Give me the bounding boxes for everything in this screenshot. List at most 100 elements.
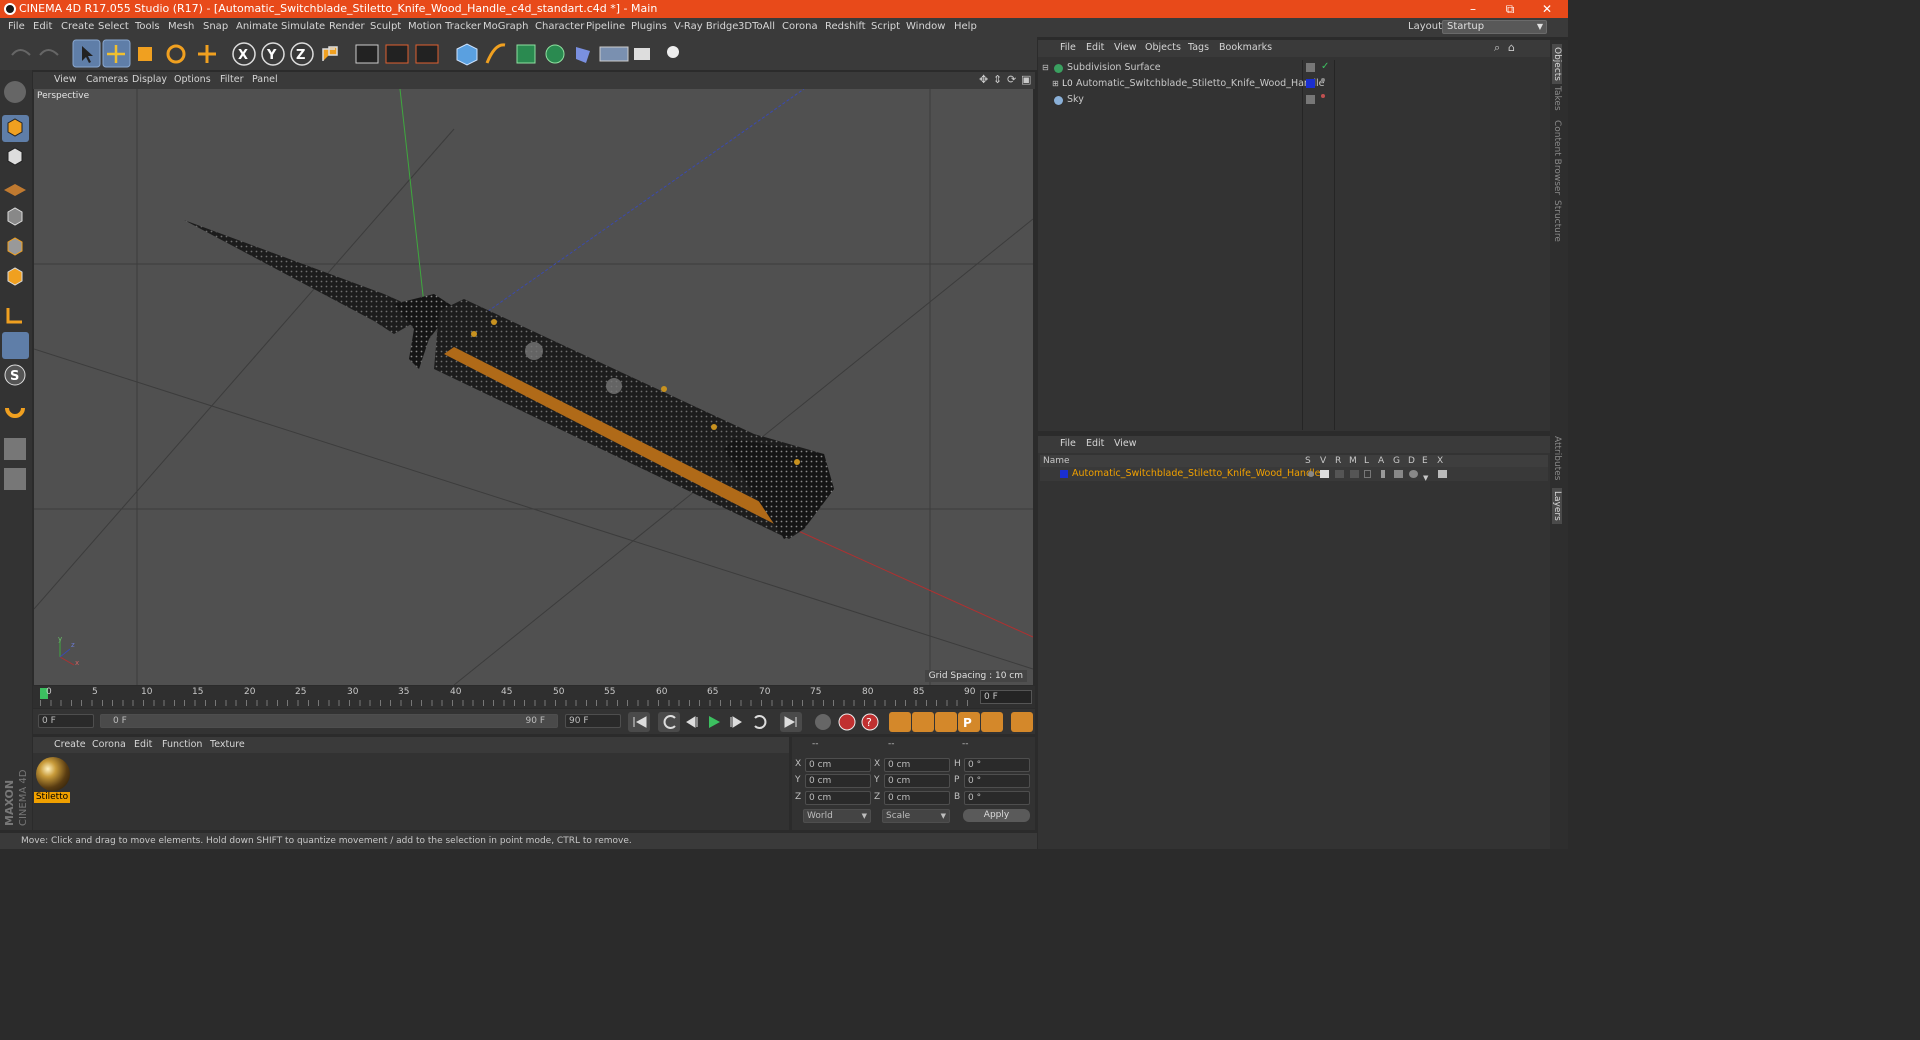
collapse-icon[interactable]: ⊟	[1042, 60, 1049, 76]
menu-plugins[interactable]: Plugins	[631, 21, 667, 32]
maximize-button[interactable]: ⧉	[1495, 0, 1525, 18]
animation-icon[interactable]	[1381, 470, 1385, 478]
record-active-keys-icon[interactable]	[838, 713, 856, 731]
menu-simulate[interactable]: Simulate	[281, 21, 325, 32]
tweak-mode-icon[interactable]	[2, 332, 29, 359]
viewport-menu-options[interactable]: Options	[174, 74, 211, 85]
position-y-field[interactable]: 0 cm	[805, 774, 871, 788]
timeline-window-icon[interactable]	[1011, 712, 1033, 732]
viewport-menu-filter[interactable]: Filter	[220, 74, 244, 85]
tab-layers[interactable]: Layers	[1552, 488, 1562, 524]
layer-menu-file[interactable]: File	[1060, 438, 1076, 449]
menu-render[interactable]: Render	[329, 21, 365, 32]
object-menu-bookmarks[interactable]: Bookmarks	[1219, 42, 1272, 53]
menu-animate[interactable]: Animate	[236, 21, 278, 32]
material-name-label[interactable]: Stiletto	[34, 792, 70, 803]
menu-pipeline[interactable]: Pipeline	[586, 21, 625, 32]
key-move-icon[interactable]	[889, 712, 911, 732]
tab-structure[interactable]: Structure	[1552, 200, 1562, 242]
perspective-viewport[interactable]: Perspective y z x Grid Spacing : 10 cm	[34, 89, 1033, 685]
cube-primitive-icon[interactable]	[456, 43, 478, 66]
layer-color-swatch[interactable]	[1060, 470, 1068, 478]
menu-sculpt[interactable]: Sculpt	[370, 21, 401, 32]
subdivision-surface-icon[interactable]	[516, 44, 536, 64]
size-y-field[interactable]: 0 cm	[884, 774, 950, 788]
make-editable-icon[interactable]	[4, 81, 26, 103]
layer-menu-view[interactable]: View	[1114, 438, 1137, 449]
rotation-b-field[interactable]: 0 °	[964, 791, 1030, 805]
lock-icon[interactable]	[1364, 470, 1371, 478]
menu-edit[interactable]: Edit	[33, 21, 52, 32]
current-frame-field[interactable]: 0 F	[980, 690, 1032, 704]
enabled-check-icon[interactable]: ✓	[1321, 59, 1329, 75]
menu-mesh[interactable]: Mesh	[168, 21, 194, 32]
menu-create[interactable]: Create	[61, 21, 94, 32]
play-forward-icon[interactable]	[709, 716, 720, 728]
minimize-button[interactable]: –	[1458, 0, 1488, 18]
render-settings-icon[interactable]	[415, 44, 439, 64]
object-menu-objects[interactable]: Objects	[1145, 42, 1181, 53]
menu-window[interactable]: Window	[906, 21, 945, 32]
home-icon[interactable]: ⌂	[1508, 41, 1515, 54]
solo-dot-icon[interactable]	[1308, 471, 1314, 477]
material-preview-stiletto[interactable]	[36, 757, 70, 791]
view-eye-icon[interactable]	[1320, 470, 1329, 478]
viewport-menu-panel[interactable]: Panel	[252, 74, 278, 85]
object-menu-tags[interactable]: Tags	[1188, 42, 1209, 53]
menu-script[interactable]: Script	[871, 21, 900, 32]
tab-takes[interactable]: Takes	[1552, 86, 1562, 111]
close-button[interactable]: ✕	[1532, 0, 1562, 18]
coordinate-system-icon[interactable]	[322, 46, 338, 61]
workplane-icon[interactable]	[4, 184, 26, 196]
menu-file[interactable]: File	[8, 21, 25, 32]
manager-icon[interactable]	[1350, 470, 1359, 478]
end-frame-field[interactable]: 90 F	[565, 714, 621, 728]
axis-mode-icon[interactable]	[6, 308, 22, 324]
menu-redshift[interactable]: Redshift	[825, 21, 866, 32]
planar-workplane-icon[interactable]	[4, 468, 26, 490]
menu-select[interactable]: Select	[98, 21, 129, 32]
expand-icon[interactable]: ⊞	[1052, 76, 1059, 92]
object-row-sky[interactable]: Sky	[1040, 92, 1548, 108]
deformers-icon[interactable]	[1409, 470, 1418, 478]
points-mode-icon[interactable]	[7, 207, 23, 226]
generators-icon[interactable]	[1394, 470, 1403, 478]
render-view-icon[interactable]	[355, 44, 379, 64]
menu-character[interactable]: Character	[535, 21, 584, 32]
previous-frame-icon[interactable]	[686, 716, 698, 728]
live-selection-icon[interactable]	[198, 45, 216, 63]
rotation-p-field[interactable]: 0 °	[964, 774, 1030, 788]
menu-snap[interactable]: Snap	[203, 21, 228, 32]
polygons-mode-icon[interactable]	[7, 267, 23, 286]
viewport-maximize-icon[interactable]: ▣	[1021, 73, 1031, 86]
next-key-icon[interactable]	[754, 715, 767, 729]
frame-range-slider[interactable]: 0 F 90 F	[100, 714, 558, 728]
viewport-zoom-icon[interactable]: ⇕	[993, 73, 1002, 86]
layer-menu-edit[interactable]: Edit	[1086, 438, 1104, 449]
viewport-menu-cameras[interactable]: Cameras	[86, 74, 128, 85]
floor-scene-icon[interactable]	[599, 46, 629, 62]
menu-motion-tracker[interactable]: Motion Tracker	[408, 21, 481, 32]
knife-model[interactable]	[184, 220, 834, 539]
magnet-icon[interactable]	[5, 407, 25, 418]
layout-dropdown[interactable]: Startup ▼	[1442, 20, 1547, 34]
next-frame-icon[interactable]	[730, 716, 742, 728]
layer-swatch-icon[interactable]	[1306, 63, 1315, 72]
object-row-subdivision-surface[interactable]: ⊟ Subdivision Surface ✓	[1040, 60, 1548, 76]
render-picture-viewer-icon[interactable]	[385, 44, 409, 64]
menu-corona[interactable]: Corona	[782, 21, 818, 32]
previous-key-icon[interactable]	[658, 712, 680, 732]
timeline-ruler[interactable]: 0 5 10 15 20 25 30 35 40 45 50 55 60 65 …	[33, 686, 1035, 708]
object-menu-view[interactable]: View	[1114, 42, 1137, 53]
menu-tools[interactable]: Tools	[135, 21, 160, 32]
object-row-knife[interactable]: ⊞ L0 Automatic_Switchblade_Stiletto_Knif…	[1040, 76, 1548, 92]
locked-workplane-icon[interactable]	[4, 438, 26, 460]
viewport-rotate-icon[interactable]: ⟳	[1007, 73, 1016, 86]
size-x-field[interactable]: 0 cm	[884, 758, 950, 772]
position-z-field[interactable]: 0 cm	[805, 791, 871, 805]
material-menu-corona[interactable]: Corona	[92, 739, 126, 750]
scale-tool-icon[interactable]	[138, 47, 152, 61]
layer-row[interactable]: Automatic_Switchblade_Stiletto_Knife_Woo…	[1040, 467, 1548, 482]
menu-3dtoall[interactable]: 3DToAll	[738, 21, 775, 32]
material-menu-texture[interactable]: Texture	[210, 739, 245, 750]
